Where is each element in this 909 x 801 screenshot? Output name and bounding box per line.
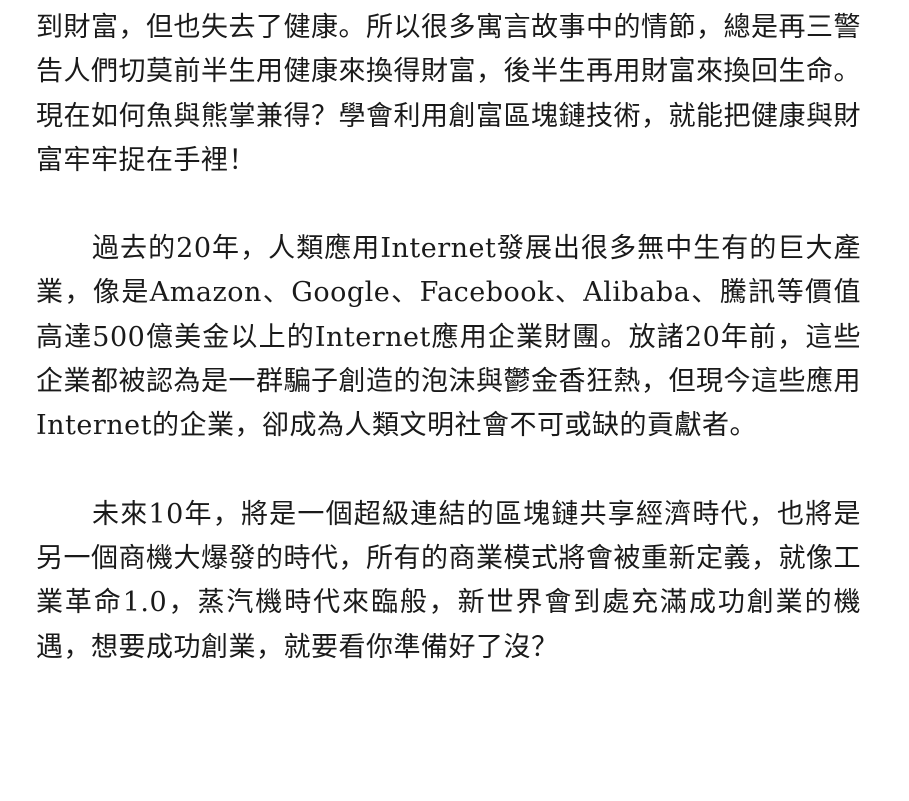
paragraph-health-wealth: 到財富，但也失去了健康。所以很多寓言故事中的情節，總是再三警告人們切莫前半生用健… xyxy=(36,12,861,176)
document-body: 到財富，但也失去了健康。所以很多寓言故事中的情節，總是再三警告人們切莫前半生用健… xyxy=(36,6,861,670)
paragraph-internet-past: 過去的20年，人類應用Internet發展出很多無中生有的巨大產業，像是Amaz… xyxy=(36,233,861,442)
paragraph-blockchain-future: 未來10年，將是一個超級連結的區塊鏈共享經濟時代，也將是另一個商機大爆發的時代，… xyxy=(36,498,861,663)
